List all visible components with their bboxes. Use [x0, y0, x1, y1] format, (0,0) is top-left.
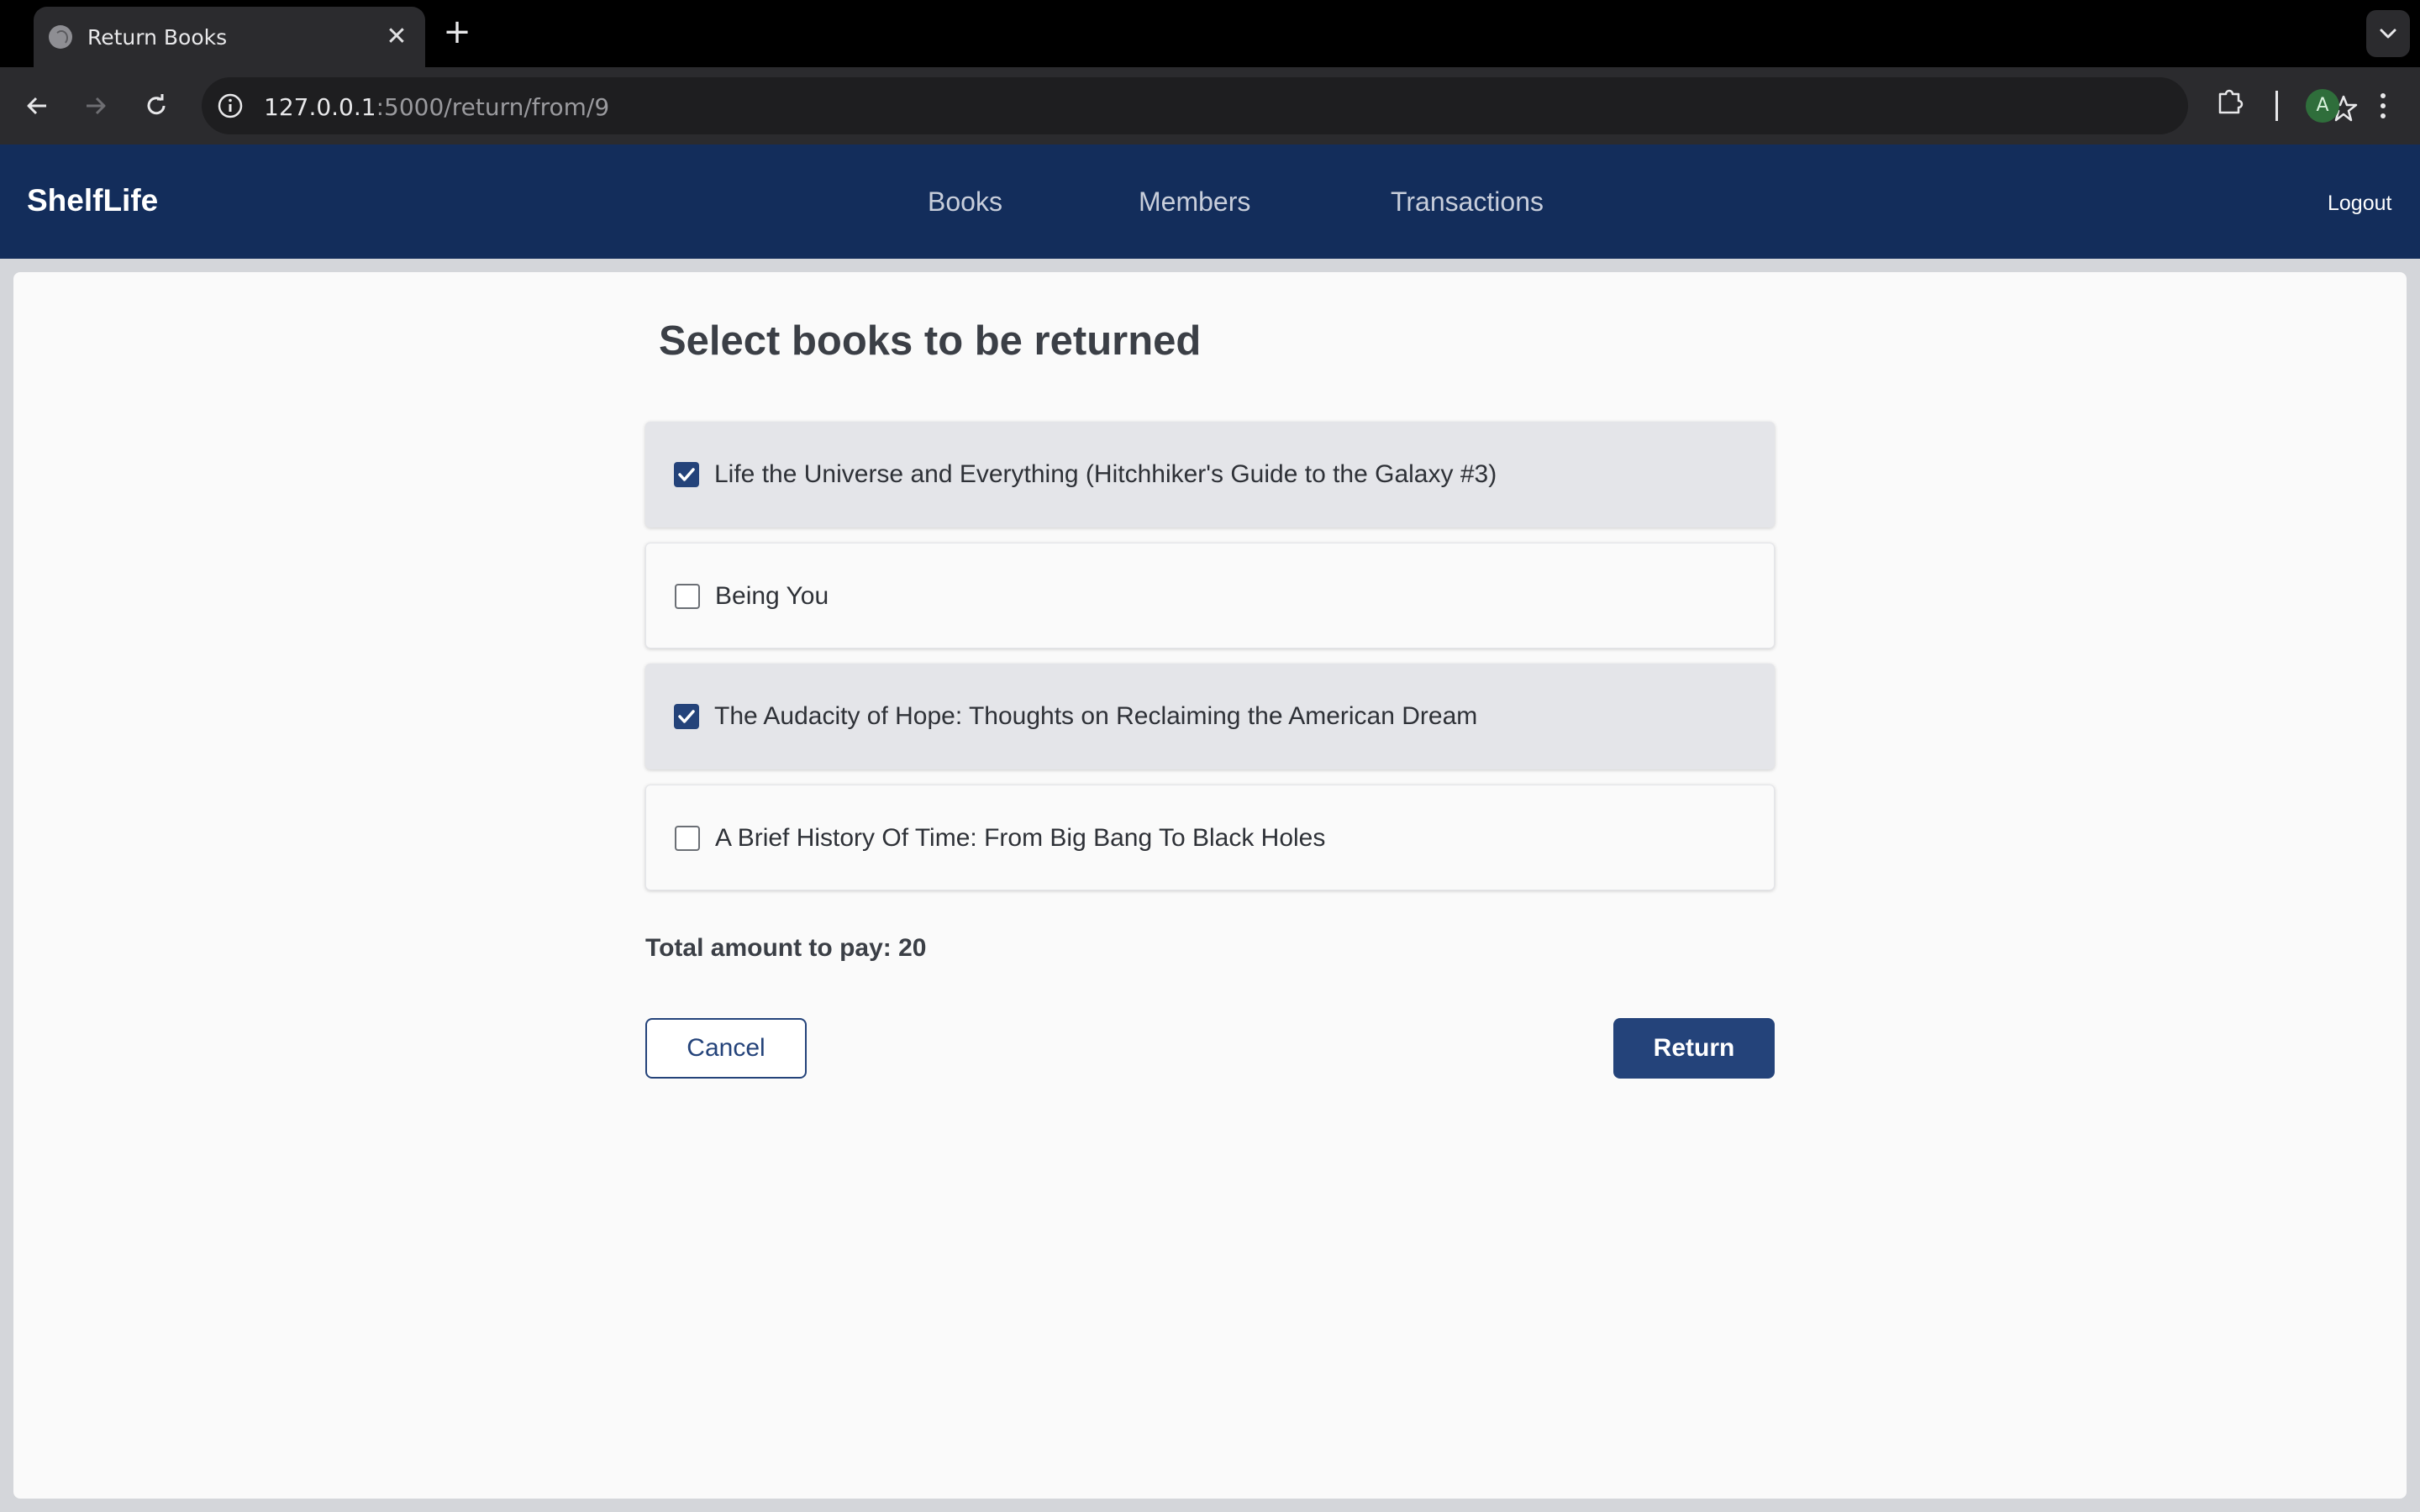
more-menu-icon[interactable]: [2370, 86, 2396, 126]
tab-title: Return Books: [87, 25, 228, 50]
back-button[interactable]: [17, 86, 57, 126]
book-checkbox[interactable]: [674, 704, 699, 729]
tab-search-button[interactable]: [2366, 10, 2410, 57]
book-checkbox[interactable]: [675, 826, 700, 851]
reload-button[interactable]: [136, 86, 176, 126]
back-arrow-icon: [27, 97, 46, 115]
address-bar[interactable]: 127.0.0.1:5000/return/from/9: [202, 77, 2358, 134]
nav-books[interactable]: Books: [928, 186, 1002, 218]
forward-arrow-icon: [87, 97, 106, 115]
url-host: 127.0.0.1: [264, 93, 376, 121]
forward-button[interactable]: [76, 86, 116, 126]
extensions-icon[interactable]: [2215, 86, 2245, 116]
book-title: Life the Universe and Everything (Hitchh…: [714, 460, 1497, 488]
toolbar-separator: [2275, 91, 2278, 121]
logout-link[interactable]: Logout: [2328, 192, 2391, 216]
globe-icon: [49, 25, 72, 49]
book-item[interactable]: The Audacity of Hope: Thoughts on Reclai…: [645, 664, 1775, 769]
book-title: The Audacity of Hope: Thoughts on Reclai…: [714, 702, 1478, 730]
reload-icon: [147, 94, 166, 115]
book-title: Being You: [715, 582, 829, 610]
profile-avatar[interactable]: A: [2306, 89, 2339, 123]
nav-members[interactable]: Members: [1139, 186, 1250, 218]
new-tab-button[interactable]: +: [439, 15, 476, 52]
url-text: 127.0.0.1:5000/return/from/9: [264, 93, 609, 121]
cancel-button[interactable]: Cancel: [645, 1018, 807, 1079]
checkmark-icon: [678, 468, 695, 481]
book-title: A Brief History Of Time: From Big Bang T…: [715, 824, 1326, 852]
close-tab-icon[interactable]: ✕: [380, 20, 413, 54]
checkmark-icon: [678, 710, 695, 723]
total-amount: Total amount to pay: 20: [645, 934, 927, 962]
browser-tab-strip: Return Books ✕ +: [0, 0, 2420, 67]
book-item[interactable]: A Brief History Of Time: From Big Bang T…: [645, 785, 1775, 890]
book-item[interactable]: Life the Universe and Everything (Hitchh…: [645, 422, 1775, 528]
book-item[interactable]: Being You: [645, 543, 1775, 648]
return-button[interactable]: Return: [1613, 1018, 1775, 1079]
info-icon[interactable]: [217, 92, 244, 119]
book-checkbox[interactable]: [675, 584, 700, 609]
chevron-down-icon: [2380, 29, 2396, 39]
browser-tab[interactable]: Return Books ✕: [34, 7, 425, 67]
page-title: Select books to be returned: [659, 318, 1202, 364]
url-path: :5000/return/from/9: [376, 93, 610, 121]
browser-toolbar: 127.0.0.1:5000/return/from/9 A: [0, 67, 2420, 144]
app-header: ShelfLife Books Members Transactions Log…: [0, 144, 2420, 259]
book-checkbox[interactable]: [674, 462, 699, 487]
app-logo[interactable]: ShelfLife: [27, 183, 158, 218]
nav-transactions[interactable]: Transactions: [1391, 186, 1544, 218]
